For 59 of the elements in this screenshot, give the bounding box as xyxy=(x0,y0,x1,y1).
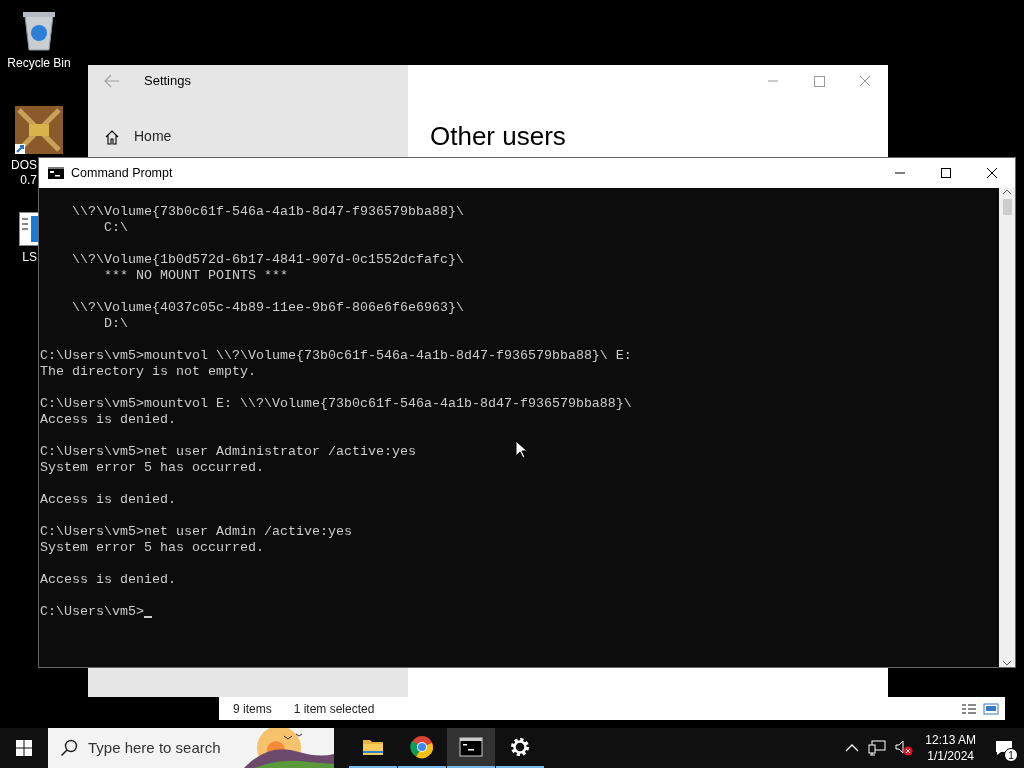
console-prompt: C:\Users\vm5> xyxy=(40,604,144,620)
window-title: Command Prompt xyxy=(71,164,173,182)
console-line: The directory is not empty. xyxy=(40,364,256,380)
console-line: System error 5 has occurred. xyxy=(40,540,264,556)
scrollbar[interactable] xyxy=(999,188,1015,667)
selection-count: 1 item selected xyxy=(293,700,375,718)
console-line: *** NO MOUNT POINTS *** xyxy=(103,268,288,284)
clock-date: 1/1/2024 xyxy=(926,748,975,764)
mouse-pointer-icon xyxy=(515,440,527,459)
scroll-up-icon[interactable] xyxy=(1002,188,1012,196)
console-line: \\?\Volume{73b0c61f-546a-4a1b-8d47-f936579bba88}\ xyxy=(71,204,464,220)
windows-logo-icon xyxy=(16,740,32,756)
close-icon xyxy=(986,167,998,179)
maximize-icon xyxy=(940,167,952,179)
home-icon xyxy=(104,128,120,145)
notification-count: 1 xyxy=(1004,748,1018,762)
console-line: \\?\Volume{1b0d572d-6b17-4841-907d-0c1552dcfafc}\ xyxy=(71,252,464,268)
maximize-icon[interactable] xyxy=(811,75,827,87)
icon-label[interactable]: DOS xyxy=(0,158,37,173)
page-heading: Other users xyxy=(429,120,567,153)
volume-muted-icon[interactable] xyxy=(895,740,914,756)
icon-label[interactable]: LS xyxy=(0,250,37,265)
gear-icon xyxy=(508,735,532,759)
clock-time: 12:13 AM xyxy=(925,732,976,748)
console-line: Access is denied. xyxy=(40,412,176,428)
console-line: \\?\Volume{4037c05c-4b89-11ee-9b6f-806e6f6e6963}\ xyxy=(71,300,464,316)
console-line: C:\Users\vm5>mountvol E: \\?\Volume{73b0c61f-546a-4a1b-8d47-f936579bba88}\ xyxy=(40,396,632,412)
taskbar-app-button[interactable] xyxy=(447,728,495,768)
details-view-icon[interactable] xyxy=(961,702,977,715)
console-line: D:\ xyxy=(103,316,128,332)
console-line: C:\Users\vm5>net user Administrator /active:yes xyxy=(40,444,416,460)
network-icon[interactable] xyxy=(868,740,887,756)
console-line: System error 5 has occurred. xyxy=(40,460,264,476)
console-line: C:\Users\vm5>net user Admin /active:yes xyxy=(40,524,352,540)
nav-item[interactable]: Home xyxy=(88,97,408,147)
item-count: 9 items xyxy=(233,700,272,718)
dosbox-icon xyxy=(15,106,63,154)
console-line: Access is denied. xyxy=(40,572,176,588)
app-window-icon xyxy=(19,212,38,246)
notification-button[interactable]: 1 xyxy=(984,728,1024,768)
close-icon[interactable] xyxy=(857,75,873,87)
window-title: Settings xyxy=(144,72,191,91)
browser-icon xyxy=(410,735,434,759)
icon-label[interactable]: Recycle Bin xyxy=(7,56,71,71)
console-line: Access is denied. xyxy=(40,492,176,508)
large-icons-view-icon[interactable] xyxy=(983,702,999,715)
search-placeholder: Type here to search xyxy=(88,737,221,758)
scroll-thumb[interactable] xyxy=(1002,199,1012,215)
console-line: C:\Users\vm5>mountvol \\?\Volume{73b0c61f-546a-4a1b-8d47-f936579bba88}\ E: xyxy=(40,348,632,364)
console-line: C:\ xyxy=(103,220,128,236)
icon-label[interactable]: 0.7 xyxy=(0,173,37,188)
chevron-up-icon[interactable] xyxy=(845,743,860,753)
terminal-icon xyxy=(459,735,483,759)
clock[interactable]: 12:13 AM 1/1/2024 xyxy=(917,732,984,764)
text-cursor xyxy=(144,616,152,618)
search-box[interactable]: Type here to search xyxy=(48,728,334,768)
search-icon xyxy=(60,739,78,757)
scroll-down-icon[interactable] xyxy=(1002,659,1012,667)
console-icon xyxy=(48,167,64,179)
